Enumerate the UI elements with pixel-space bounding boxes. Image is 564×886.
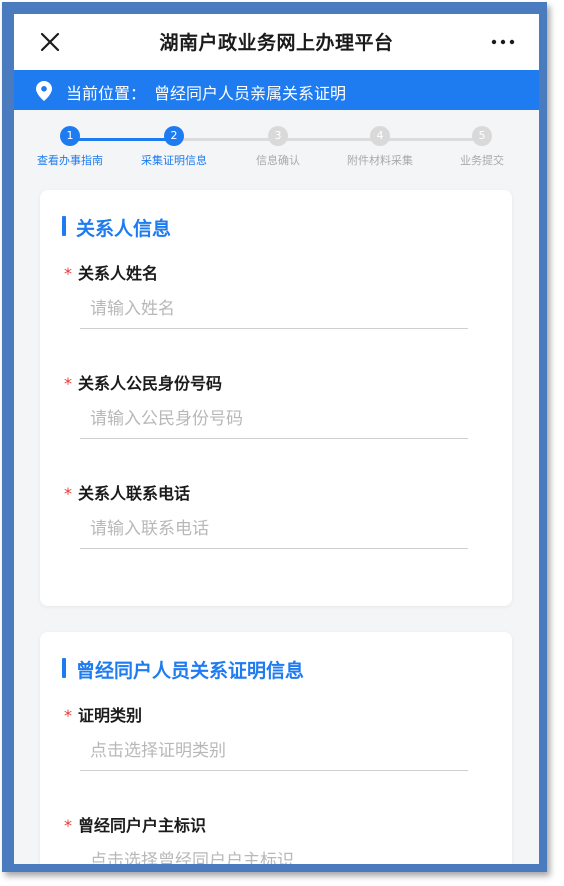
phone-screen: 湖南户政业务网上办理平台 当前位置： 曾经同户人员亲属关系证明 1 查看办事指南… — [14, 14, 539, 864]
step-2-number: 2 — [164, 126, 184, 146]
household-head-select[interactable] — [80, 841, 468, 864]
required-mark: * — [64, 484, 72, 503]
step-5-number: 5 — [472, 126, 492, 146]
phone-input[interactable] — [80, 509, 468, 549]
phone-field-label: * 关系人联系电话 — [64, 480, 190, 504]
step-2[interactable]: 2 采集证明信息 — [129, 126, 219, 168]
household-head-label-text: 曾经同户户主标识 — [78, 816, 207, 835]
required-mark: * — [64, 264, 72, 283]
step-3-number: 3 — [268, 126, 288, 146]
contact-person-card: 关系人信息 * 关系人姓名 * 关系人公民身份号码 * 关系人联系电话 — [40, 190, 512, 606]
step-4-number: 4 — [370, 126, 390, 146]
required-mark: * — [64, 816, 72, 835]
location-bar: 当前位置： 曾经同户人员亲属关系证明 — [14, 70, 539, 110]
name-label-text: 关系人姓名 — [78, 264, 159, 283]
name-field-label: * 关系人姓名 — [64, 260, 158, 284]
step-1[interactable]: 1 查看办事指南 — [25, 126, 115, 168]
certificate-type-field-label: * 证明类别 — [64, 702, 142, 726]
required-mark: * — [64, 706, 72, 725]
location-pin-icon — [36, 81, 52, 101]
step-1-label: 查看办事指南 — [37, 154, 103, 167]
more-icon[interactable] — [489, 28, 517, 56]
card-title: 曾经同户人员关系证明信息 — [62, 656, 304, 683]
step-4[interactable]: 4 附件材料采集 — [335, 126, 425, 168]
close-icon[interactable] — [36, 28, 64, 56]
relation-certificate-card: 曾经同户人员关系证明信息 * 证明类别 * 曾经同户户主标识 — [40, 632, 512, 864]
step-5[interactable]: 5 业务提交 — [437, 126, 527, 168]
location-label: 当前位置： — [66, 84, 147, 103]
household-head-field-label: * 曾经同户户主标识 — [64, 812, 206, 836]
step-4-label: 附件材料采集 — [347, 154, 413, 167]
card-title: 关系人信息 — [62, 214, 171, 241]
title-bar: 湖南户政业务网上办理平台 — [14, 14, 539, 70]
id-number-label-text: 关系人公民身份号码 — [78, 374, 223, 393]
step-3-label: 信息确认 — [256, 154, 300, 167]
page-title: 湖南户政业务网上办理平台 — [159, 32, 394, 54]
phone-label-text: 关系人联系电话 — [78, 484, 191, 503]
required-mark: * — [64, 374, 72, 393]
id-number-input[interactable] — [80, 399, 468, 439]
location-value: 曾经同户人员亲属关系证明 — [154, 84, 347, 103]
step-3[interactable]: 3 信息确认 — [233, 126, 323, 168]
id-number-field-label: * 关系人公民身份号码 — [64, 370, 222, 394]
screenshot-frame: 湖南户政业务网上办理平台 当前位置： 曾经同户人员亲属关系证明 1 查看办事指南… — [2, 2, 547, 872]
certificate-type-label-text: 证明类别 — [78, 706, 143, 725]
step-2-label: 采集证明信息 — [141, 154, 207, 167]
step-5-label: 业务提交 — [460, 154, 504, 167]
certificate-type-select[interactable] — [80, 731, 468, 771]
step-1-number: 1 — [60, 126, 80, 146]
name-input[interactable] — [80, 289, 468, 329]
